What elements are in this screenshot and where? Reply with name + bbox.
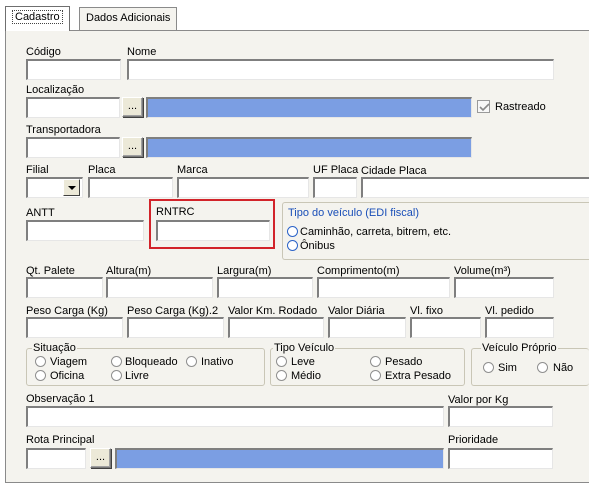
situacao-livre-label: Livre [125,370,149,382]
chevron-down-icon [68,186,76,190]
vl-pedido-input[interactable] [485,317,554,338]
vehicle-form-window: Cadastro Dados Adicionais Código Nome Lo… [0,0,589,492]
tipo-medio-radio[interactable] [276,370,287,381]
placa-label: Placa [88,164,116,176]
tipo-extra-pesado-label: Extra Pesado [385,370,452,382]
peso-carga2-input[interactable] [127,317,224,338]
altura-input[interactable] [106,277,213,298]
transportadora-label: Transportadora [26,124,101,136]
checkmark-icon [479,103,490,112]
transportadora-description [146,137,472,158]
tab-dados-adicionais[interactable]: Dados Adicionais [79,7,178,30]
situacao-inativo-label: Inativo [201,356,234,368]
transportadora-lookup-button[interactable]: ... [122,137,143,157]
localizacao-input[interactable] [26,97,120,118]
situacao-bloqueado-label: Bloqueado [125,356,178,368]
situacao-viagem-radio[interactable] [35,356,46,367]
rntrc-input[interactable] [156,220,270,241]
veiculo-proprio-title: Veículo Próprio [481,342,558,354]
valor-por-kg-label: Valor por Kg [448,394,509,406]
valor-km-input[interactable] [228,317,324,338]
localizacao-label: Localização [26,84,85,96]
valor-por-kg-input[interactable] [448,406,553,427]
rota-principal-label: Rota Principal [26,434,95,446]
proprio-nao-label: Não [553,362,574,374]
marca-label: Marca [177,164,208,176]
edi-caminhao-label: Caminhão, carreta, bitrem, etc. [300,226,452,238]
antt-input[interactable] [26,220,144,241]
tipo-leve-radio[interactable] [276,356,287,367]
rntrc-label: RNTRC [156,206,195,218]
rota-principal-input[interactable] [26,448,86,469]
peso-carga-input[interactable] [26,317,123,338]
nome-label: Nome [127,46,157,58]
antt-label: ANTT [26,207,55,219]
vl-fixo-label: Vl. fixo [410,305,444,317]
altura-label: Altura(m) [106,265,152,277]
valor-km-label: Valor Km. Rodado [228,305,318,317]
rastreado-label: Rastreado [495,101,546,113]
situacao-bloqueado-radio[interactable] [111,356,122,367]
largura-label: Largura(m) [217,265,272,277]
rota-principal-description [115,448,444,469]
proprio-sim-radio[interactable] [483,362,494,373]
peso-carga-label: Peso Carga (Kg) [26,305,108,317]
situacao-title: Situação [32,342,77,354]
qt-palete-label: Qt. Palete [26,265,75,277]
prioridade-input[interactable] [448,448,553,469]
comprimento-label: Comprimento(m) [317,265,400,277]
codigo-label: Código [26,46,61,58]
edi-onibus-radio[interactable] [287,240,298,251]
tab-cadastro[interactable]: Cadastro [5,6,70,31]
valor-diaria-input[interactable] [328,317,406,338]
situacao-oficina-label: Oficina [50,370,85,382]
placa-input[interactable] [88,177,173,198]
tipo-pesado-label: Pesado [385,356,423,368]
vl-pedido-label: Vl. pedido [485,305,534,317]
filial-label: Filial [26,164,49,176]
cidade-placa-label: Cidade Placa [361,165,427,177]
rastreado-checkbox[interactable] [477,100,490,113]
tipo-extra-pesado-radio[interactable] [370,370,381,381]
filial-dropdown-button[interactable] [63,179,80,196]
observacao1-label: Observação 1 [26,393,95,405]
proprio-nao-radio[interactable] [537,362,548,373]
peso-carga2-label: Peso Carga (Kg).2 [127,305,219,317]
tipo-veiculo-edi-title: Tipo do veículo (EDI fiscal) [287,207,421,219]
localizacao-lookup-button[interactable]: ... [122,97,143,117]
situacao-livre-radio[interactable] [111,370,122,381]
prioridade-label: Prioridade [448,434,499,446]
vl-fixo-input[interactable] [410,317,481,338]
edi-onibus-label: Ônibus [300,240,335,252]
tipo-pesado-radio[interactable] [370,356,381,367]
observacao1-input[interactable] [26,406,444,427]
proprio-sim-label: Sim [498,362,517,374]
uf-placa-label: UF Placa [313,164,359,176]
comprimento-input[interactable] [317,277,450,298]
volume-input[interactable] [454,277,554,298]
situacao-oficina-radio[interactable] [35,370,46,381]
uf-placa-input[interactable] [313,177,357,198]
rota-principal-lookup-button[interactable]: ... [90,448,111,468]
localizacao-description [146,97,472,118]
tipo-medio-label: Médio [291,370,321,382]
qt-palete-input[interactable] [26,277,103,298]
cidade-placa-input[interactable] [361,177,589,198]
nome-input[interactable] [127,59,554,80]
tipo-leve-label: Leve [291,356,315,368]
edi-caminhao-radio[interactable] [287,226,298,237]
transportadora-input[interactable] [26,137,120,158]
valor-diaria-label: Valor Diária [328,305,385,317]
largura-input[interactable] [217,277,313,298]
situacao-inativo-radio[interactable] [186,356,197,367]
volume-label: Volume(m³) [454,265,511,277]
tipo-veiculo-title: Tipo Veículo [273,342,336,354]
marca-input[interactable] [177,177,309,198]
situacao-viagem-label: Viagem [50,356,88,368]
codigo-input[interactable] [26,59,121,80]
